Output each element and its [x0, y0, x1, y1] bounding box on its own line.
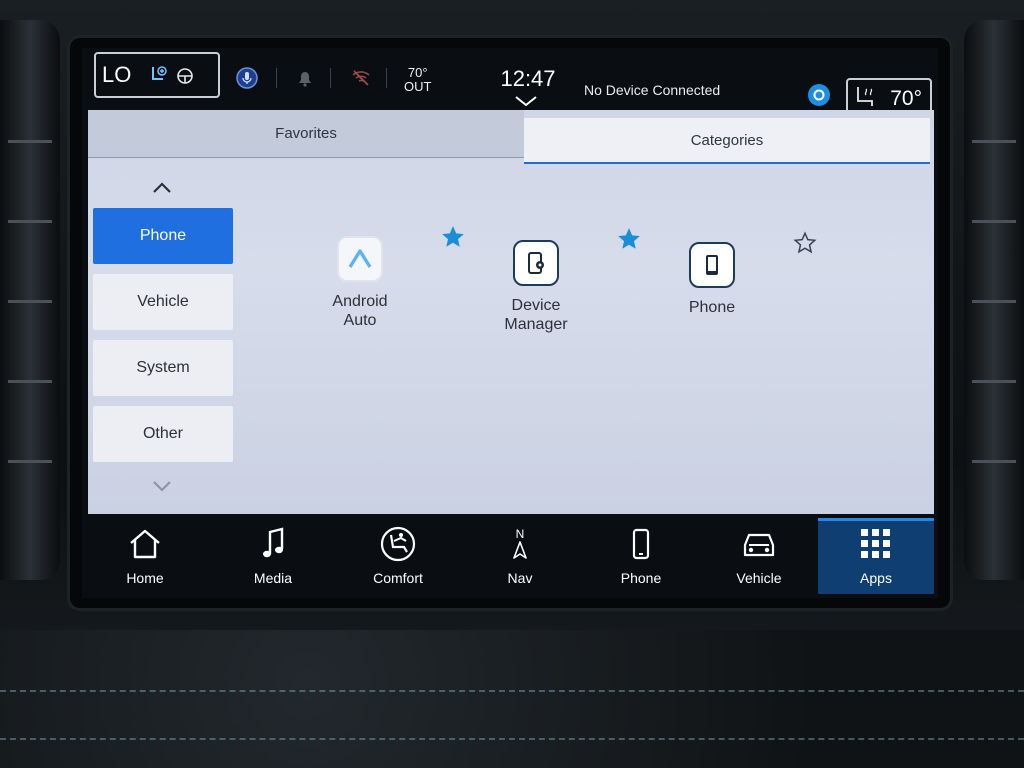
category-system[interactable]: System: [93, 340, 233, 396]
no-signal-icon: [348, 65, 374, 91]
app-phone[interactable]: Phone: [662, 242, 762, 317]
compass-icon: N: [512, 524, 528, 564]
tab-categories[interactable]: Categories: [524, 118, 930, 164]
nav-nav[interactable]: N Nav: [465, 518, 575, 594]
device-status: No Device Connected: [584, 82, 721, 98]
seat-fan-icon: [146, 62, 172, 88]
infotainment-screen: LO 70° OUT 12:47 No Device Connected 70°…: [82, 48, 938, 598]
favorite-star-outline-icon[interactable]: [792, 230, 818, 256]
outside-temp-label: OUT: [404, 79, 432, 94]
climate-control[interactable]: LO: [94, 52, 220, 98]
dash-right-vent: [964, 20, 1024, 580]
favorite-star-filled-icon[interactable]: [440, 224, 466, 250]
car-icon: [739, 524, 779, 564]
nav-label: Home: [126, 570, 164, 586]
nav-apps[interactable]: Apps: [818, 518, 934, 594]
nav-label: Nav: [507, 570, 533, 586]
category-other[interactable]: Other: [93, 406, 233, 462]
nav-media[interactable]: Media: [218, 518, 328, 594]
assistant-icon[interactable]: [808, 84, 830, 106]
chevron-up-icon[interactable]: [148, 178, 176, 198]
phone-icon: [631, 524, 651, 564]
nav-vehicle[interactable]: Vehicle: [704, 518, 814, 594]
tab-favorites[interactable]: Favorites: [88, 110, 524, 158]
category-vehicle[interactable]: Vehicle: [93, 274, 233, 330]
climate-mode: LO: [102, 62, 132, 87]
nav-label: Vehicle: [736, 570, 782, 586]
bottom-nav: Home Media Comfort N Nav Phone Vehicle A…: [82, 518, 938, 598]
nav-label: Media: [253, 570, 293, 586]
grid-icon: [860, 524, 892, 564]
chevron-down-icon[interactable]: [148, 476, 176, 496]
status-bar: LO 70° OUT 12:47 No Device Connected 70°: [82, 48, 938, 120]
bell-icon[interactable]: [292, 65, 318, 91]
dash-left-vent: [0, 20, 60, 580]
favorite-star-filled-icon[interactable]: [616, 226, 642, 252]
app-device-manager[interactable]: Device Manager: [486, 240, 586, 334]
nav-comfort[interactable]: Comfort: [343, 518, 453, 594]
seat-comfort-icon: [379, 524, 417, 564]
android-auto-icon: [337, 236, 383, 282]
seat-temp: 70°: [890, 87, 922, 110]
app-label: Device Manager: [504, 297, 568, 333]
music-note-icon: [259, 524, 287, 564]
apps-panel: Favorites Categories Phone Vehicle Syste…: [88, 110, 934, 514]
app-android-auto[interactable]: Android Auto: [310, 236, 410, 330]
compass-letter: N: [515, 527, 525, 541]
dash-leather: [0, 630, 1024, 768]
outside-temp-value: 70°: [407, 65, 428, 80]
nav-label: Comfort: [373, 570, 423, 586]
nav-label: Phone: [620, 570, 662, 586]
nav-phone[interactable]: Phone: [586, 518, 696, 594]
nav-home[interactable]: Home: [90, 518, 200, 594]
home-icon: [127, 524, 163, 564]
voice-icon[interactable]: [234, 65, 260, 91]
outside-temperature: 70° OUT: [404, 66, 431, 94]
device-manager-icon: [513, 240, 559, 286]
category-phone[interactable]: Phone: [93, 208, 233, 264]
phone-icon: [689, 242, 735, 288]
app-label: Phone: [688, 299, 736, 316]
app-label: Android Auto: [332, 293, 388, 329]
clock[interactable]: 12:47: [496, 66, 560, 92]
nav-label: Apps: [860, 570, 892, 586]
steering-heat-icon: [172, 62, 198, 88]
